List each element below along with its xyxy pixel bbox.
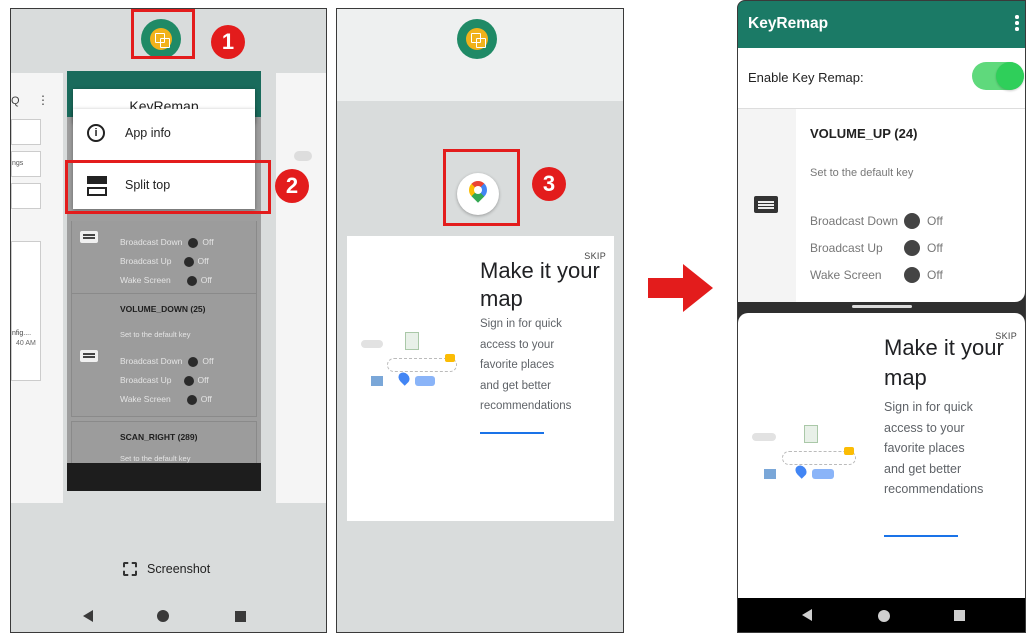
- step-badge-2: 2: [275, 169, 309, 203]
- highlight-box-2: [65, 160, 271, 214]
- row-label: Broadcast Down: [120, 356, 183, 366]
- split-divider-handle[interactable]: [852, 305, 912, 308]
- broadcast-up-row: Broadcast Up Off: [120, 375, 209, 386]
- wake-screen-row: Wake Screen Off: [120, 394, 212, 405]
- broadcast-down-toggle[interactable]: [904, 213, 920, 229]
- broadcast-up-toggle[interactable]: [904, 240, 920, 256]
- file-card: nfig.... 40 AM: [11, 241, 41, 381]
- key-title: VOLUME_DOWN (25): [120, 304, 206, 314]
- search-icon: Q: [11, 95, 20, 107]
- step-badge-1: 1: [211, 25, 245, 59]
- progress-indicator: [884, 535, 958, 537]
- broadcast-up-row: Broadcast Up Off: [120, 256, 209, 267]
- wake-screen-row: Wake Screen: [810, 268, 882, 282]
- step-badge-3: 3: [532, 167, 566, 201]
- next-app-card[interactable]: [276, 73, 326, 503]
- overflow-menu-icon[interactable]: [1015, 15, 1019, 31]
- row-label: Broadcast Up: [810, 241, 883, 255]
- broadcast-down-row: Broadcast Down Off: [120, 356, 214, 367]
- overflow-menu-icon: ⋮: [37, 93, 49, 107]
- row-state: Off: [202, 237, 214, 247]
- field-label: ngs: [12, 160, 24, 167]
- wake-screen-toggle[interactable]: [904, 267, 920, 283]
- row-state: Off: [927, 214, 943, 228]
- headline-line-2: map: [480, 286, 523, 311]
- broadcast-down-row: Broadcast Down Off: [120, 237, 214, 248]
- signin-description: Sign in for quick access to your favorite …: [480, 318, 572, 412]
- key-subtitle: Set to the default key: [120, 330, 191, 339]
- row-state: Off: [200, 394, 212, 404]
- screenshot-icon[interactable]: [123, 562, 137, 576]
- recents-screen-panel: Q ⋮ ngs nfig.... 40 AM 1 Broadcast Down O…: [10, 8, 327, 633]
- maps-illustration: [361, 328, 465, 396]
- enable-toggle[interactable]: [972, 62, 1024, 90]
- wake-screen-row: Wake Screen Off: [120, 275, 212, 286]
- arrow-right-icon: [648, 278, 684, 298]
- row-label: Broadcast Up: [120, 256, 172, 266]
- home-icon[interactable]: [878, 610, 890, 622]
- file-time: 40 AM: [16, 340, 36, 347]
- previous-app-card[interactable]: Q ⋮ ngs nfig.... 40 AM: [11, 73, 63, 503]
- menu-item-label: App info: [125, 126, 171, 140]
- progress-indicator: [480, 432, 544, 434]
- key-title: SCAN_RIGHT (289): [120, 432, 198, 442]
- split-select-panel: 3 SKIP Make it your map Sign in for quic…: [336, 8, 624, 633]
- signin-description: Sign in for quick access to your favorite …: [884, 400, 984, 496]
- row-label: Wake Screen: [810, 268, 882, 282]
- file-name: nfig....: [12, 330, 32, 337]
- headline-line-1: Make it your: [884, 335, 1004, 360]
- maps-window[interactable]: SKIP Make it your map Sign in for quick a…: [738, 313, 1025, 598]
- key-subtitle[interactable]: Set to the default key: [810, 167, 913, 179]
- keyboard-icon: [80, 350, 98, 362]
- enable-label: Enable Key Remap:: [748, 70, 864, 85]
- headline-line-2: map: [884, 365, 927, 390]
- app-title: KeyRemap: [748, 15, 829, 32]
- row-state: Off: [197, 375, 209, 385]
- row-state: Off: [197, 256, 209, 266]
- keyboard-icon: [754, 196, 778, 213]
- row-label: Broadcast Up: [120, 375, 172, 385]
- recent-key-card: SCAN_RIGHT (289) Set to the default key: [71, 421, 257, 465]
- broadcast-down-row: Broadcast Down: [810, 214, 898, 228]
- back-icon[interactable]: [83, 610, 93, 622]
- row-label: Wake Screen: [120, 275, 171, 285]
- row-state: Off: [927, 241, 943, 255]
- maps-illustration-fragment: [294, 151, 312, 161]
- key-subtitle: Set to the default key: [120, 454, 191, 463]
- broadcast-up-row: Broadcast Up: [810, 241, 883, 255]
- key-title: VOLUME_UP (24): [810, 126, 918, 141]
- row-state: Off: [202, 356, 214, 366]
- row-label: Wake Screen: [120, 394, 171, 404]
- app-info-menu-item[interactable]: i App info: [73, 111, 255, 157]
- field-box: ngs: [11, 151, 41, 177]
- field-box: [11, 183, 41, 209]
- back-icon[interactable]: [802, 609, 812, 621]
- keyboard-icon: [80, 231, 98, 243]
- maps-illustration: [752, 423, 862, 489]
- overview-icon[interactable]: [954, 610, 965, 621]
- headline-line-1: Make it your: [480, 258, 600, 283]
- overview-icon[interactable]: [235, 611, 246, 622]
- row-label: Broadcast Down: [810, 214, 899, 228]
- row-label: Broadcast Down: [120, 237, 183, 247]
- row-state: Off: [927, 268, 943, 282]
- field-box: [11, 119, 41, 145]
- keyremap-window: Enable Key Remap: VOLUME_UP (24) Set to …: [738, 48, 1025, 302]
- recent-card-bottom: [67, 463, 261, 491]
- app-bar: KeyRemap: [738, 1, 1025, 48]
- home-icon[interactable]: [157, 610, 169, 622]
- maps-signin-card[interactable]: SKIP Make it your map Sign in for quick a…: [347, 236, 614, 521]
- keyremap-app-icon: [457, 19, 497, 59]
- highlight-box-1: [131, 9, 195, 59]
- screenshot-button[interactable]: Screenshot: [147, 562, 210, 576]
- info-icon: i: [87, 124, 105, 142]
- arrow-head-icon: [683, 264, 713, 312]
- navigation-bar: [738, 598, 1025, 632]
- highlight-box-3: [443, 149, 520, 226]
- recent-key-card: VOLUME_DOWN (25) Set to the default key …: [71, 293, 257, 417]
- row-state: Off: [200, 275, 212, 285]
- split-result-panel: KeyRemap Enable Key Remap: VOLUME_UP (24…: [737, 0, 1026, 633]
